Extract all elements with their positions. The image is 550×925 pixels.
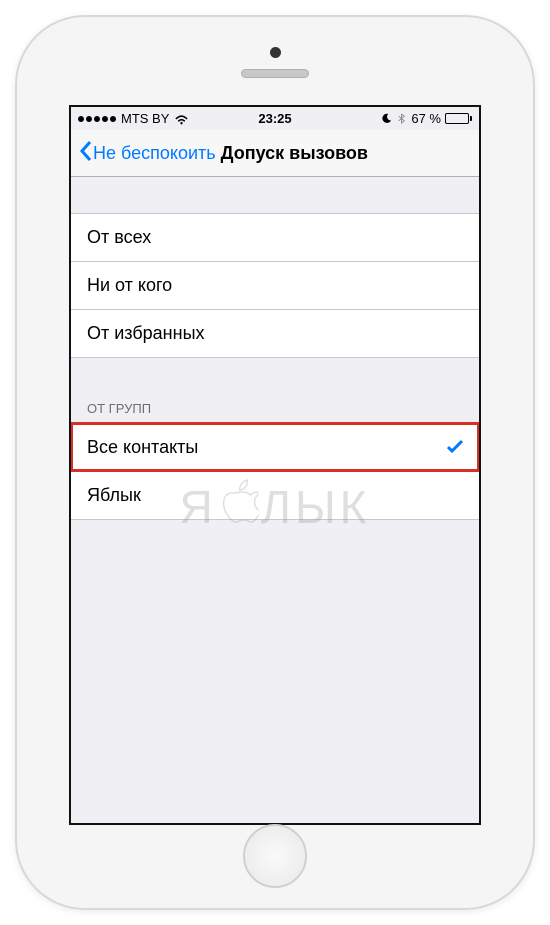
content-area: От всех Ни от кого От избранных ОТ ГРУПП… — [71, 177, 479, 823]
checkmark-icon — [447, 437, 463, 458]
row-label: Яблык — [87, 485, 141, 506]
battery-pct: 67 % — [411, 111, 441, 126]
status-right: 67 % — [381, 111, 472, 126]
home-button[interactable] — [243, 824, 307, 888]
screen: MTS BY 23:25 67 % — [69, 105, 481, 825]
row-everyone[interactable]: От всех — [71, 213, 479, 261]
clock: 23:25 — [258, 111, 291, 126]
allow-calls-section: От всех Ни от кого От избранных — [71, 213, 479, 358]
back-button[interactable]: Не беспокоить — [79, 140, 216, 167]
carrier-label: MTS BY — [121, 111, 169, 126]
chevron-left-icon — [79, 140, 93, 167]
bluetooth-icon — [396, 113, 407, 124]
row-noone[interactable]: Ни от кого — [71, 261, 479, 309]
phone-frame: MTS BY 23:25 67 % — [15, 15, 535, 910]
groups-section: ОТ ГРУПП Все контакты Яблык — [71, 394, 479, 520]
status-bar: MTS BY 23:25 67 % — [71, 107, 479, 130]
row-label: Ни от кого — [87, 275, 172, 296]
wifi-icon — [174, 113, 189, 125]
row-label: Все контакты — [87, 437, 198, 458]
row-favorites[interactable]: От избранных — [71, 309, 479, 358]
row-all-contacts[interactable]: Все контакты — [71, 423, 479, 471]
battery-icon — [445, 113, 472, 124]
nav-bar: Не беспокоить Допуск вызовов — [71, 130, 479, 177]
row-yablyk[interactable]: Яблык — [71, 471, 479, 520]
row-label: От избранных — [87, 323, 205, 344]
page-title: Допуск вызовов — [221, 143, 368, 164]
camera-dot — [270, 47, 281, 58]
section-header: ОТ ГРУПП — [71, 394, 479, 423]
back-label: Не беспокоить — [93, 143, 216, 164]
signal-icon — [78, 116, 116, 122]
speaker-slit — [241, 69, 309, 78]
row-label: От всех — [87, 227, 151, 248]
status-left: MTS BY — [78, 111, 189, 126]
dnd-moon-icon — [381, 113, 392, 124]
